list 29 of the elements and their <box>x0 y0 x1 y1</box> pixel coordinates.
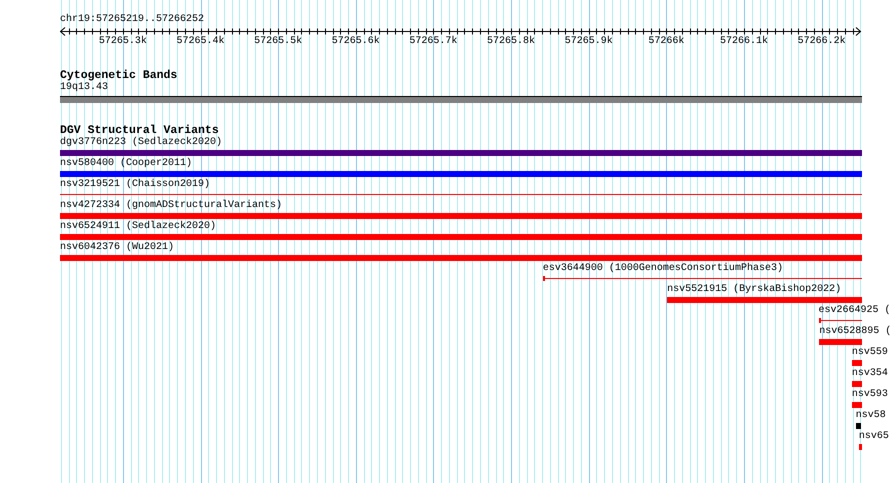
tick-label: 57265.7k <box>409 36 458 48</box>
feature-label: nsv6524911 (Sedlazeck2020) <box>60 221 216 233</box>
feature-label: nsv5521915 (ByrskaBishop2022) <box>667 284 842 296</box>
tick-label: 57265.8k <box>487 36 536 48</box>
tick-label: 57265.4k <box>176 36 225 48</box>
feature-label: nsv58 <box>856 410 886 422</box>
tick-label: 57265.3k <box>98 36 147 48</box>
feature-label: nsv4272334 (gnomADStructuralVariants) <box>60 200 282 212</box>
tick-label: 57265.9k <box>564 36 613 48</box>
tick-label: 57265.5k <box>254 36 302 48</box>
feature-label: nsv3219521 (Chaisson2019) <box>60 179 210 191</box>
feature-label: nsv580400 (Cooper2011) <box>60 158 192 170</box>
tick-label: 57266.1k <box>720 36 768 48</box>
feature-label: nsv559 <box>852 347 888 359</box>
feature-label: nsv354 <box>852 368 888 380</box>
feature-label: esv3644900 (1000GenomesConsortiumPhase3) <box>542 263 783 275</box>
tick-label: 57266.2k <box>798 36 846 48</box>
tick-label: 57266k <box>648 36 684 48</box>
feature-label: nsv6528895 ( <box>819 326 890 338</box>
feature-label: esv2664925 ( <box>818 305 890 317</box>
location-label: chr19:57265219..57266252 <box>60 14 206 26</box>
feature-label: nsv593 <box>852 389 888 401</box>
feature-label: dgv3776n223 (Sedlazeck2020) <box>60 137 222 149</box>
track-title: Cytogenetic Bands <box>60 70 178 82</box>
feature-label: nsv6042376 (Wu2021) <box>60 242 174 254</box>
track-title: DGV Structural Variants <box>60 125 219 137</box>
feature-label: nsv65 <box>858 431 889 443</box>
band-label: 19q13.43 <box>60 82 110 94</box>
tick-label: 57265.6k <box>332 36 380 48</box>
